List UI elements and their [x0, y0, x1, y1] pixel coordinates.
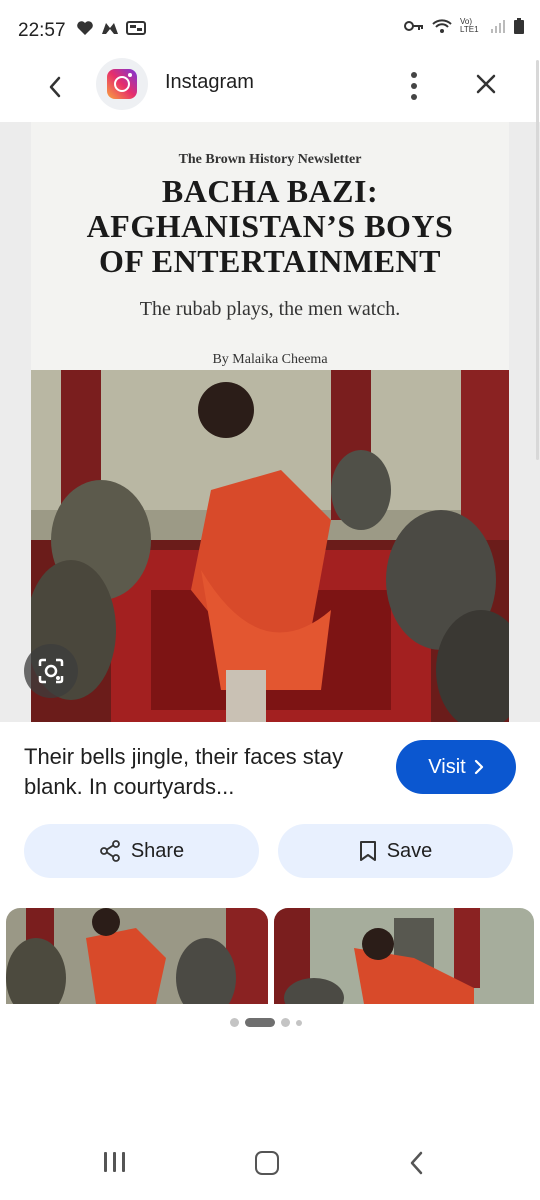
result-caption[interactable]: Their bells jingle, their faces stay bla… [24, 742, 374, 802]
carousel-dot [296, 1019, 302, 1026]
headline-line-2: AFGHANISTAN’S BOYS [86, 208, 454, 244]
home-button[interactable] [255, 1151, 279, 1175]
newsletter-name: The Brown History Newsletter [178, 152, 362, 167]
share-button[interactable]: Share [24, 824, 259, 878]
status-bar: 22:57 Vo) LTE1 [0, 0, 540, 58]
related-image-1[interactable] [6, 908, 268, 1004]
gallery-icon [126, 21, 146, 35]
back-arrow-icon [410, 1151, 423, 1175]
network-label: Vo) LTE1 [460, 17, 479, 34]
share-label: Share [130, 839, 185, 862]
top-app-bar: Instagram [0, 58, 540, 122]
battery-icon [514, 18, 524, 34]
carousel-dot [230, 1018, 239, 1027]
key-icon [404, 21, 423, 31]
app-logo [96, 58, 148, 110]
related-image-2[interactable] [274, 908, 534, 1004]
chevron-left-icon [49, 76, 61, 98]
game-controller-icon [102, 23, 118, 34]
system-nav-bar [0, 1130, 540, 1200]
status-time: 22:57 [18, 20, 66, 41]
share-icon [99, 840, 120, 862]
visit-label: Visit [428, 755, 466, 778]
close-icon [476, 74, 496, 94]
scrollbar[interactable] [536, 60, 539, 460]
visit-button[interactable]: Visit [396, 740, 516, 794]
save-button[interactable]: Save [278, 824, 513, 878]
recent-apps-button[interactable] [104, 1152, 125, 1172]
article-photo [31, 370, 509, 722]
signal-icon [491, 20, 505, 33]
status-left-icons [76, 20, 146, 36]
status-right-icons: Vo) LTE1 [404, 18, 524, 34]
article-byline: By Malaika Cheema [212, 352, 328, 367]
wifi-icon [432, 19, 452, 33]
carousel-dot-active [245, 1018, 275, 1027]
bookmark-icon [359, 841, 376, 861]
carousel-indicator [230, 1018, 302, 1027]
image-preview[interactable]: The Brown History Newsletter BACHA BAZI:… [0, 122, 540, 722]
article-page: The Brown History Newsletter BACHA BAZI:… [31, 122, 509, 722]
lens-icon [38, 658, 64, 684]
chevron-right-icon [474, 759, 483, 775]
more-options-button[interactable] [398, 66, 430, 106]
headline-line-1: BACHA BAZI: [161, 173, 379, 209]
article-headline: BACHA BAZI: AFGHANISTAN’S BOYS OF ENTERT… [31, 174, 509, 279]
system-back-button[interactable] [408, 1150, 424, 1181]
back-button[interactable] [38, 70, 72, 104]
lens-button[interactable] [24, 644, 78, 698]
headline-line-3: OF ENTERTAINMENT [98, 243, 441, 279]
heart-icon [77, 21, 93, 35]
carousel-dot [281, 1018, 290, 1027]
close-button[interactable] [468, 66, 504, 102]
instagram-icon [107, 69, 137, 99]
save-label: Save [386, 839, 433, 862]
app-title: Instagram [165, 71, 254, 93]
article-subhead: The rubab plays, the men watch. [139, 298, 401, 320]
